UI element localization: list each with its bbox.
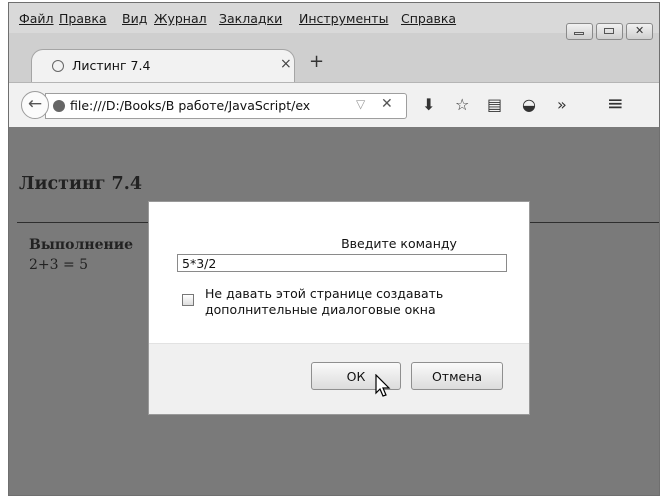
download-icon[interactable]: ⬇ (422, 95, 435, 114)
url-bar[interactable]: file:///D:/Books/В работе/JavaScript/ex … (45, 93, 407, 119)
new-tab-button[interactable]: + (309, 51, 324, 72)
url-clear-icon[interactable]: ✕ (381, 96, 393, 112)
page-heading: Листинг 7.4 (19, 174, 143, 194)
menu-history[interactable]: Журнал (154, 11, 207, 26)
menu-tools[interactable]: Инструменты (299, 11, 388, 26)
back-button[interactable]: ← (21, 91, 49, 119)
checkbox-label-line-2: дополнительные диалоговые окна (205, 302, 436, 317)
menu-bookmarks[interactable]: Закладки (219, 11, 282, 26)
window-controls: ✕ (566, 23, 653, 40)
minimize-button[interactable] (566, 23, 593, 40)
globe-icon (53, 100, 65, 112)
menu-view[interactable]: Вид (122, 11, 147, 26)
checkbox-label-line-1: Не давать этой странице создавать (205, 286, 444, 301)
browser-window: Файл Правка Вид Журнал Закладки Инструме… (8, 2, 660, 496)
dialog-footer: ОК Отмена (149, 343, 529, 414)
hamburger-menu-icon[interactable]: ≡ (607, 91, 624, 115)
prompt-dialog: Введите команду Не давать этой странице … (148, 201, 530, 415)
pocket-icon[interactable]: ◒ (522, 95, 536, 114)
close-window-button[interactable]: ✕ (626, 23, 653, 40)
navigation-bar: file:///D:/Books/В работе/JavaScript/ex … (9, 82, 659, 128)
execution-result: 2+3 = 5 (29, 257, 89, 273)
page-icon (52, 60, 64, 72)
url-dropdown-icon[interactable]: ▽ (356, 97, 365, 111)
tab-close-icon[interactable]: × (280, 56, 292, 72)
command-input[interactable] (177, 254, 507, 272)
overflow-icon[interactable]: » (557, 95, 567, 114)
mouse-cursor-icon (375, 374, 391, 397)
minimize-icon (574, 32, 584, 35)
execution-label: Выполнение (29, 237, 134, 253)
maximize-button[interactable] (596, 23, 623, 40)
suppress-dialogs-label: Не давать этой странице создавать дополн… (205, 286, 443, 318)
menu-file[interactable]: Файл (19, 11, 54, 26)
menu-edit[interactable]: Правка (59, 11, 107, 26)
close-icon: ✕ (635, 24, 645, 37)
suppress-dialogs-checkbox[interactable] (182, 294, 194, 306)
reader-icon[interactable]: ▤ (487, 95, 502, 114)
menu-bar: Файл Правка Вид Журнал Закладки Инструме… (9, 3, 659, 33)
dialog-prompt: Введите команду (341, 236, 457, 251)
tab-title: Листинг 7.4 (72, 58, 151, 73)
tab-listing[interactable]: Листинг 7.4 × (31, 49, 295, 82)
maximize-icon (604, 28, 614, 34)
bookmark-star-icon[interactable]: ☆ (455, 95, 469, 114)
cancel-button[interactable]: Отмена (411, 362, 503, 390)
menu-help[interactable]: Справка (401, 11, 456, 26)
url-text: file:///D:/Books/В работе/JavaScript/ex (70, 98, 311, 113)
